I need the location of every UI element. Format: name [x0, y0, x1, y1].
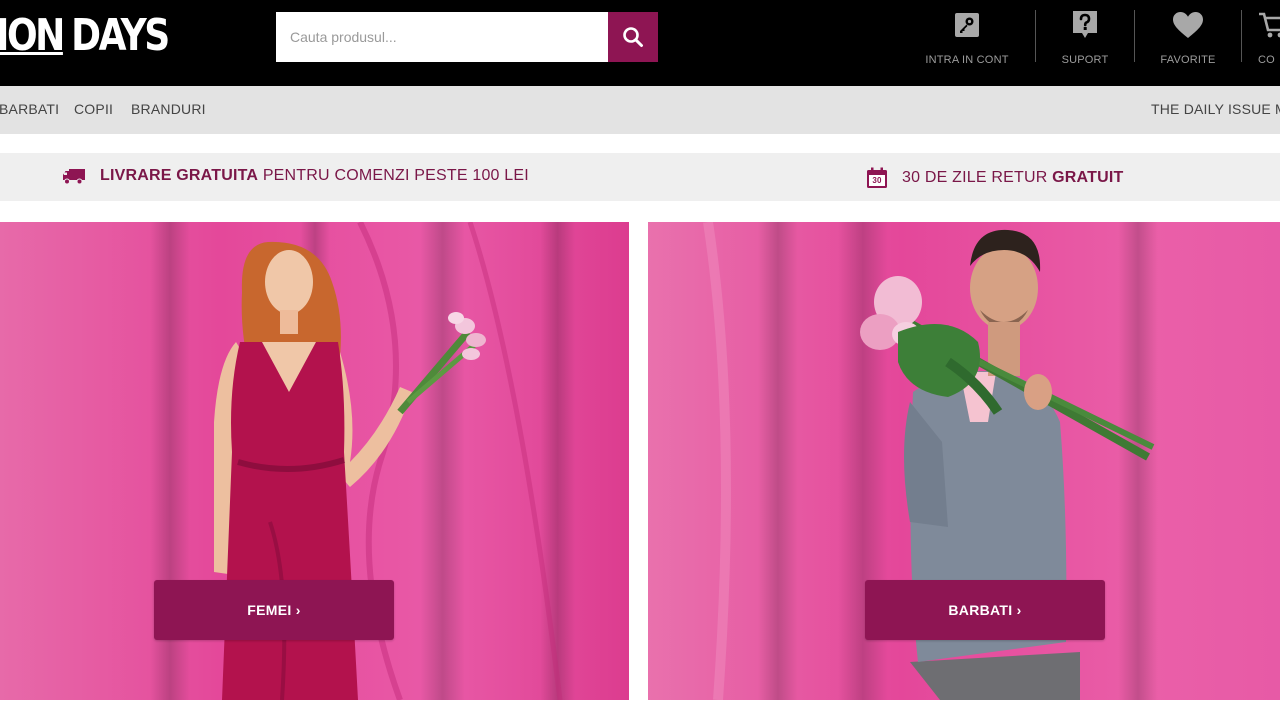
- return-bold: GRATUIT: [1052, 169, 1124, 186]
- favorites-link[interactable]: FAVORITE: [1148, 10, 1228, 66]
- search-button[interactable]: [608, 12, 658, 62]
- search-bar: [276, 12, 658, 62]
- header-divider: [1134, 10, 1135, 62]
- cart-label: CO: [1258, 54, 1275, 66]
- hero-men-panel[interactable]: BARBATI ›: [648, 222, 1280, 700]
- category-more[interactable]: M: [1275, 101, 1280, 117]
- category-branduri[interactable]: BRANDURI: [131, 101, 206, 117]
- shop-men-button[interactable]: BARBATI ›: [865, 580, 1105, 640]
- return-text: 30 DE ZILE RETUR: [902, 169, 1048, 186]
- header-divider: [1035, 10, 1036, 62]
- account-link[interactable]: INTRA IN CONT: [918, 10, 1016, 66]
- header-divider: [1241, 10, 1242, 62]
- category-copii[interactable]: COPII: [74, 101, 113, 117]
- shop-women-button[interactable]: FEMEI ›: [154, 580, 394, 640]
- calendar-day: 30: [872, 176, 882, 185]
- support-link[interactable]: SUPORT: [1050, 10, 1120, 66]
- account-label: INTRA IN CONT: [925, 54, 1009, 66]
- free-shipping-info: LIVRARE GRATUITA PENTRU COMENZI PESTE 10…: [62, 167, 529, 185]
- site-header: IONDAYS INTRA IN CONT: [0, 0, 1280, 86]
- logo-text-b: DAYS: [71, 10, 170, 61]
- cart-icon: [1259, 12, 1280, 38]
- hero-women-panel[interactable]: FEMEI ›: [0, 222, 629, 700]
- shipping-text: PENTRU COMENZI PESTE 100 LEI: [262, 167, 529, 184]
- site-logo[interactable]: ION DAYS: [0, 8, 170, 64]
- heart-icon: [1173, 12, 1203, 38]
- logo-text-a: ION: [0, 10, 65, 61]
- key-icon: [955, 13, 979, 37]
- benefits-strip: LIVRARE GRATUITA PENTRU COMENZI PESTE 10…: [0, 153, 1280, 201]
- free-return-info: 30 30 DE ZILE RETUR GRATUIT: [866, 167, 1123, 189]
- favorites-label: FAVORITE: [1160, 54, 1216, 66]
- shipping-bold: LIVRARE GRATUITA: [100, 167, 259, 184]
- question-icon: [1073, 11, 1097, 38]
- category-barbati[interactable]: BARBATI: [0, 101, 59, 117]
- search-icon: [623, 27, 643, 47]
- category-nav: BARBATI COPII BRANDURI THE DAILY ISSUE M: [0, 86, 1280, 134]
- truck-icon: [63, 169, 85, 185]
- cart-link[interactable]: CO: [1258, 10, 1280, 66]
- search-input[interactable]: [276, 12, 608, 62]
- category-daily-issue[interactable]: THE DAILY ISSUE: [1151, 101, 1271, 117]
- support-label: SUPORT: [1061, 54, 1109, 66]
